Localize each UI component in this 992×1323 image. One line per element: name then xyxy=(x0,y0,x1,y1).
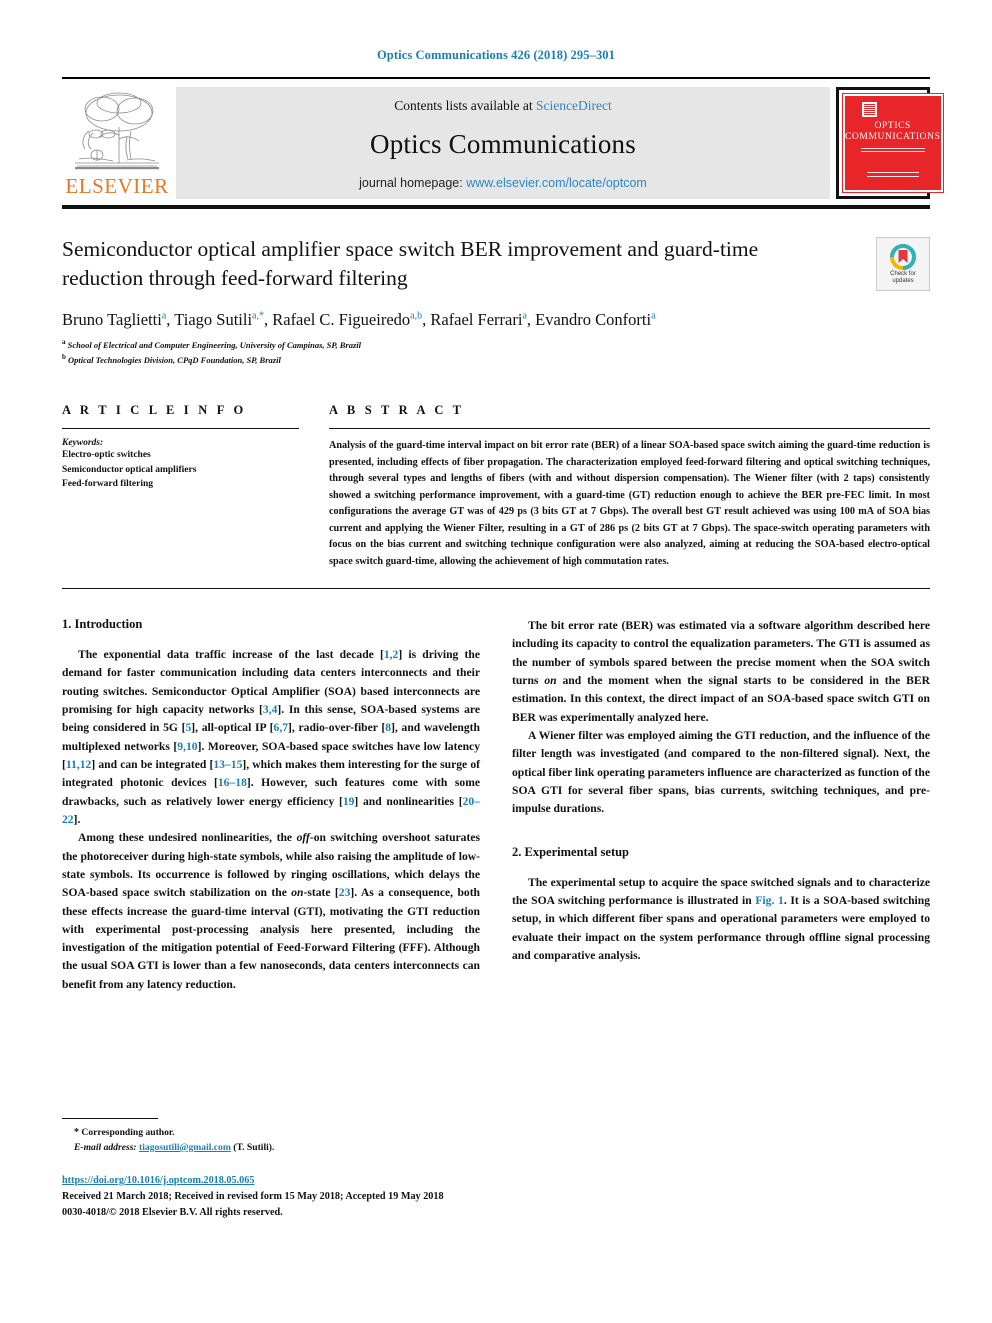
affiliation-a-mark: a xyxy=(62,338,66,347)
journal-cover-art: Optics Communications xyxy=(842,93,944,193)
cover-title: Optics Communications xyxy=(845,121,941,143)
corresponding-author-star: * xyxy=(74,1127,79,1138)
cover-footer-lines xyxy=(866,172,919,180)
abstract-rule xyxy=(329,428,930,430)
keyword-item: Semiconductor optical amplifiers xyxy=(62,464,197,475)
abstract-bottom-rule-wrap xyxy=(62,588,930,590)
body-column-left: 1. Introduction The exponential data tra… xyxy=(62,617,480,994)
email-note: E-mail address: tiagosutili@gmail.com (T… xyxy=(62,1141,482,1156)
email-link[interactable]: tiagosutili@gmail.com xyxy=(139,1142,231,1153)
affiliation-b: b Optical Technologies Division, CPqD Fo… xyxy=(62,352,930,367)
cover-subtitle-lines xyxy=(860,147,925,154)
author-1-marks: a,* xyxy=(252,310,264,322)
contents-line: Contents lists available at ScienceDirec… xyxy=(394,98,611,114)
author-3-marks: a xyxy=(522,310,527,322)
info-abstract-row: A R T I C L E I N F O Keywords: Electro-… xyxy=(62,403,930,570)
received-dates: Received 21 March 2018; Received in revi… xyxy=(62,1191,444,1203)
citation-ref[interactable]: 5 xyxy=(185,721,191,734)
paragraph-right-3: The experimental setup to acquire the sp… xyxy=(512,875,930,962)
doi-block: https://doi.org/10.1016/j.optcom.2018.05… xyxy=(62,1170,482,1222)
journal-homepage-link[interactable]: www.elsevier.com/locate/optcom xyxy=(466,176,647,190)
author-3-name[interactable]: Rafael Ferrari xyxy=(430,310,522,329)
sciencedirect-link[interactable]: ScienceDirect xyxy=(536,98,612,113)
citation-ref[interactable]: 3,4 xyxy=(263,703,278,716)
crossmark-badge[interactable]: Check for updates xyxy=(876,237,930,291)
elsevier-tree-icon xyxy=(75,92,159,170)
affiliation-b-mark: b xyxy=(62,353,66,362)
citation-ref[interactable]: 1,2 xyxy=(384,648,399,661)
article-info-column: A R T I C L E I N F O Keywords: Electro-… xyxy=(62,403,299,570)
author-list: Bruno Tagliettia, Tiago Sutilia,*, Rafae… xyxy=(62,310,656,330)
masthead-bottom-rule xyxy=(62,205,930,209)
body-columns: 1. Introduction The exponential data tra… xyxy=(62,617,930,994)
email-label: E-mail address: xyxy=(74,1141,137,1153)
citation-ref[interactable]: 8 xyxy=(385,721,391,734)
doi-link[interactable]: https://doi.org/10.1016/j.optcom.2018.05… xyxy=(62,1175,254,1186)
citation-ref[interactable]: 19 xyxy=(343,795,355,808)
email-suffix: (T. Sutili). xyxy=(233,1141,275,1153)
affiliations: a School of Electrical and Computer Engi… xyxy=(62,337,930,367)
paragraph-right-2: A Wiener filter was employed aiming the … xyxy=(512,729,930,816)
paragraph-intro-2: Among these undesired nonlinearities, th… xyxy=(62,831,480,991)
page-title: Semiconductor optical amplifier space sw… xyxy=(62,237,759,291)
citation-ref[interactable]: 20–22 xyxy=(62,795,480,826)
elsevier-logo: ELSEVIER xyxy=(62,87,172,199)
cover-title-line1: Optics xyxy=(874,121,911,131)
footnote-rule xyxy=(62,1118,158,1119)
paragraph-intro-1: The exponential data traffic increase of… xyxy=(62,648,481,826)
citation-ref[interactable]: 6,7 xyxy=(274,721,289,734)
crossmark-label-line1: Check for xyxy=(890,270,916,277)
section-heading-introduction: 1. Introduction xyxy=(62,617,143,632)
journal-title: Optics Communications xyxy=(370,128,636,159)
running-head: Optics Communications 426 (2018) 295–301 xyxy=(376,48,616,62)
homepage-prefix: journal homepage: xyxy=(359,176,467,190)
journal-banner: Contents lists available at ScienceDirec… xyxy=(176,87,830,199)
affiliation-a-text: School of Electrical and Computer Engine… xyxy=(67,339,361,350)
crossmark-label-line2: updates xyxy=(892,277,914,284)
author-2-marks: a,b xyxy=(410,310,423,322)
abstract-bottom-rule xyxy=(62,588,930,590)
journal-masthead: ELSEVIER Contents lists available at Sci… xyxy=(62,77,944,199)
keywords-label: Keywords: xyxy=(62,438,104,449)
author-4-name[interactable]: Evandro Conforti xyxy=(535,310,651,329)
author-0-name[interactable]: Bruno Taglietti xyxy=(62,310,162,329)
homepage-line: journal homepage: www.elsevier.com/locat… xyxy=(359,176,647,190)
affiliation-b-text: Optical Technologies Division, CPqD Foun… xyxy=(68,354,281,365)
keyword-item: Feed-forward filtering xyxy=(62,479,154,490)
affiliation-a: a School of Electrical and Computer Engi… xyxy=(62,337,930,352)
elsevier-wordmark: ELSEVIER xyxy=(65,174,169,198)
author-2-name[interactable]: Rafael C. Figueiredo xyxy=(272,310,410,329)
corresponding-author-text: Corresponding author. xyxy=(81,1127,175,1138)
author-4-marks: a xyxy=(651,310,656,322)
citation-ref[interactable]: 11,12 xyxy=(66,758,91,771)
citation-ref[interactable]: 9,10 xyxy=(177,740,197,753)
page-footer: * Corresponding author. E-mail address: … xyxy=(62,1118,482,1222)
abstract-heading: A B S T R A C T xyxy=(329,403,465,418)
article-info-heading: A R T I C L E I N F O xyxy=(62,403,247,418)
corresponding-author-note: * Corresponding author. xyxy=(62,1125,482,1141)
article-info-rule xyxy=(62,428,299,430)
citation-ref[interactable]: 16–18 xyxy=(218,776,247,789)
author-0-marks: a xyxy=(161,310,167,322)
abstract-text: Analysis of the guard-time interval impa… xyxy=(329,440,930,567)
section-heading-experimental-setup: 2. Experimental setup xyxy=(512,844,630,859)
journal-cover-thumbnail[interactable]: Optics Communications xyxy=(836,87,944,199)
cover-publisher-icon xyxy=(862,102,878,117)
cover-title-line2: Communications xyxy=(845,131,941,142)
citation-ref[interactable]: 23 xyxy=(339,886,351,899)
abstract-column: A B S T R A C T Analysis of the guard-ti… xyxy=(329,403,930,570)
paper-page: Optics Communications 426 (2018) 295–301 xyxy=(0,0,992,1323)
citation-ref[interactable]: 13–15 xyxy=(213,758,242,771)
paragraph-right-1: The bit error rate (BER) was estimated v… xyxy=(512,619,930,724)
contents-prefix: Contents lists available at xyxy=(394,98,536,113)
figure-ref[interactable]: Fig. 1 xyxy=(755,894,783,907)
crossmark-label: Check for updates xyxy=(890,271,916,285)
crossmark-icon xyxy=(890,243,916,270)
author-1-name[interactable]: Tiago Sutili xyxy=(174,310,252,329)
keyword-item: Electro-optic switches xyxy=(62,450,151,461)
title-block: Semiconductor optical amplifier space sw… xyxy=(62,235,930,367)
body-column-right: The bit error rate (BER) was estimated v… xyxy=(512,617,930,994)
keywords-list: Electro-optic switches Semiconductor opt… xyxy=(62,448,299,492)
copyright-line: 0030-4018/© 2018 Elsevier B.V. All right… xyxy=(62,1207,283,1219)
